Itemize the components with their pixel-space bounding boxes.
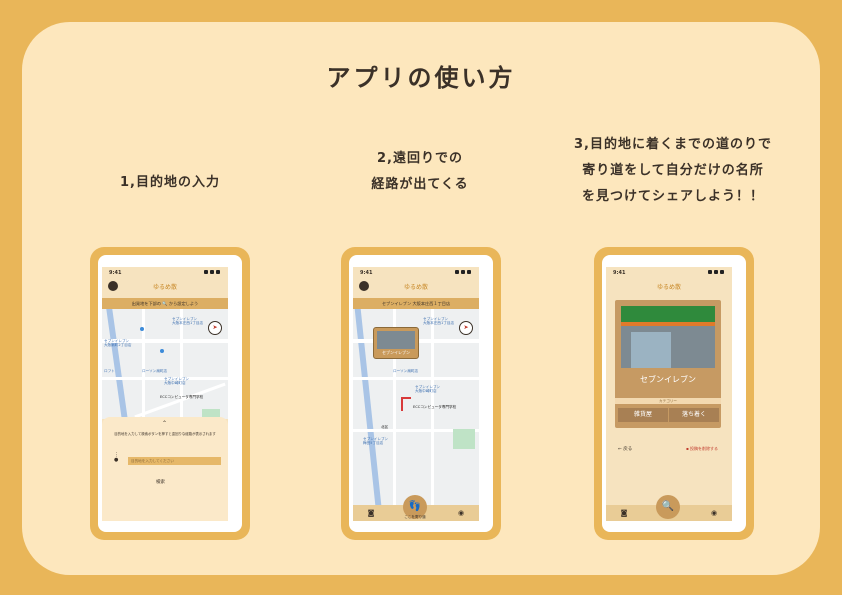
current-location-icon[interactable]: ➤ (459, 321, 473, 335)
search-hint-bar[interactable]: 出発地を下部の 🔍 から設定しよう (102, 298, 228, 309)
destination-input[interactable]: 目的地を入力してください (128, 457, 221, 465)
park-area (453, 429, 475, 449)
map-label: 大阪本庄西1丁目店 (172, 321, 204, 325)
status-bar: 9:41 (353, 267, 479, 279)
tag-chip[interactable]: 雑貨屋 (618, 408, 668, 422)
camera-icon[interactable]: ◙ (367, 509, 375, 517)
step2-line1: 2,遠回りでの (377, 151, 463, 166)
road (353, 377, 479, 380)
map-pin-icon[interactable] (140, 327, 144, 331)
route-path (401, 397, 411, 411)
back-button[interactable]: ← 戻る (618, 446, 632, 452)
search-button[interactable]: 検索 (156, 479, 165, 485)
app-screen-route: 9:41 ゆるめ散 セブンイレブン 大阪本庄西１丁目店 セブンイレブン 大阪本庄… (353, 267, 479, 521)
category-label: カテゴリー (615, 398, 721, 404)
spot-photo (621, 306, 715, 368)
delete-label: 投稿を削除する (689, 446, 718, 451)
page-title: アプリの使い方 (326, 64, 516, 92)
sheet-instruction: 目的地を入力して検索ボタンを押すと遠回りな経路が表示されます (114, 432, 216, 436)
phone-mockup-1: 9:41 ゆるめ散 出発地を下部の 🔍 から設定しよう セブンイレブン 大阪本庄… (90, 247, 250, 540)
app-screen-share: 9:41 ゆるめ散 セブンイレブン カテゴリー 雑貨屋 落ち着く ← 戻る ▪ … (606, 267, 732, 521)
current-location-icon[interactable]: ➤ (208, 321, 222, 335)
map-label: ローソン扇町店 (393, 369, 419, 373)
map-label: ECCコンピュータ専門学校 (160, 395, 204, 399)
app-header: ゆるめ散 (353, 279, 479, 297)
detour-button-label[interactable]: ここを寄り道 (399, 515, 431, 520)
place-popup-name: セブンイレブン (382, 350, 410, 355)
map-label: ロフト (104, 369, 115, 373)
battery-icon (453, 270, 473, 274)
map-label: ローソン扇町店 (142, 369, 168, 373)
status-time: 9:41 (613, 270, 626, 276)
phone-screen: 9:41 ゆるめ散 出発地を下部の 🔍 から設定しよう セブンイレブン 大阪本庄… (98, 255, 242, 532)
map-label: 北区 (381, 425, 389, 429)
app-logo: ゆるめ散 (152, 284, 177, 291)
store-sign (621, 306, 715, 322)
app-screen-input: 9:41 ゆるめ散 出発地を下部の 🔍 から設定しよう セブンイレブン 大阪本庄… (102, 267, 228, 521)
status-bar: 9:41 (606, 267, 732, 279)
place-photo (377, 331, 415, 349)
app-header: ゆるめ散 (102, 279, 228, 297)
compass-icon[interactable] (108, 281, 118, 291)
phone-mockup-3: 9:41 ゆるめ散 セブンイレブン カテゴリー 雑貨屋 落ち着く ← 戻る ▪ … (594, 247, 754, 540)
route-dots-icon: ⋮ ● (114, 452, 119, 463)
status-bar: 9:41 (102, 267, 228, 279)
map-label: 大阪扇町2丁目店 (104, 343, 132, 347)
destination-sheet: ⌃ 目的地を入力して検索ボタンを押すと遠回りな経路が表示されます ⋮ ● 目的地を… (102, 417, 228, 521)
map-label: ECCコンピュータ専門学校 (413, 405, 457, 409)
compass-icon[interactable] (359, 281, 369, 291)
app-logo: ゆるめ散 (656, 284, 681, 291)
step1-line1: 1,目的地の入力 (120, 175, 220, 190)
river (106, 309, 128, 419)
map-view[interactable]: セブンイレブン 大阪本庄西1丁目店 ローソン扇町店 セブンイレブン 大阪中崎町店… (353, 309, 479, 505)
step2-caption: 2,遠回りでの 経路が出てくる (330, 146, 510, 198)
phone-screen: 9:41 ゆるめ散 セブンイレブン カテゴリー 雑貨屋 落ち着く ← 戻る ▪ … (602, 255, 746, 532)
app-header: ゆるめ散 (606, 279, 732, 297)
map-label: 大阪本庄西1丁目店 (423, 321, 455, 325)
map-label: 大阪中崎町店 (164, 381, 186, 385)
road (142, 309, 145, 419)
delete-post-button[interactable]: ▪ 投稿を削除する (686, 446, 718, 452)
phone-mockup-2: 9:41 ゆるめ散 セブンイレブン 大阪本庄西１丁目店 セブンイレブン 大阪本庄… (341, 247, 501, 540)
step1-caption: 1,目的地の入力 (90, 170, 250, 196)
road (180, 309, 183, 419)
store-stripe (621, 322, 715, 326)
search-icon[interactable]: 🔍 (656, 495, 680, 519)
spot-name: セブンイレブン (640, 375, 696, 384)
map-label: 梅田5丁目店 (363, 441, 384, 445)
tag-chip[interactable]: 落ち着く (669, 408, 719, 422)
map-view[interactable]: セブンイレブン 大阪本庄西1丁目店 セブンイレブン 大阪扇町2丁目店 ローソン扇… (102, 309, 228, 419)
user-icon[interactable]: ◉ (710, 509, 718, 517)
phone-screen: 9:41 ゆるめ散 セブンイレブン 大阪本庄西１丁目店 セブンイレブン 大阪本庄… (349, 255, 493, 532)
selected-place-bar[interactable]: セブンイレブン 大阪本庄西１丁目店 (353, 298, 479, 309)
status-time: 9:41 (360, 270, 373, 276)
camera-icon[interactable]: ◙ (620, 509, 628, 517)
step2-line2: 経路が出てくる (371, 177, 469, 192)
store-window (631, 332, 671, 368)
battery-icon (706, 270, 726, 274)
place-popup[interactable]: セブンイレブン (373, 327, 419, 359)
battery-icon (202, 270, 222, 274)
step3-line2: 寄り道をして自分だけの名所 (582, 163, 764, 178)
back-label: 戻る (623, 447, 633, 452)
app-logo: ゆるめ散 (403, 284, 428, 291)
chevron-up-icon[interactable]: ⌃ (162, 420, 167, 427)
spot-card[interactable]: セブンイレブン カテゴリー 雑貨屋 落ち着く (615, 300, 721, 428)
tab-bar: ◙ 🔍 ◉ (606, 495, 732, 521)
map-pin-icon[interactable] (160, 349, 164, 353)
step3-caption: 3,目的地に着くまでの道のりで 寄り道をして自分だけの名所 を見つけてシェアしよ… (548, 132, 798, 210)
step3-line3: を見つけてシェアしよう！！ (581, 189, 764, 204)
map-label: 大阪中崎町店 (415, 389, 437, 393)
step3-line1: 3,目的地に着くまでの道のりで (574, 137, 772, 152)
status-time: 9:41 (109, 270, 122, 276)
tab-bar: ◙ 👣 ここを寄り道 ◉ (353, 495, 479, 521)
user-icon[interactable]: ◉ (457, 509, 465, 517)
